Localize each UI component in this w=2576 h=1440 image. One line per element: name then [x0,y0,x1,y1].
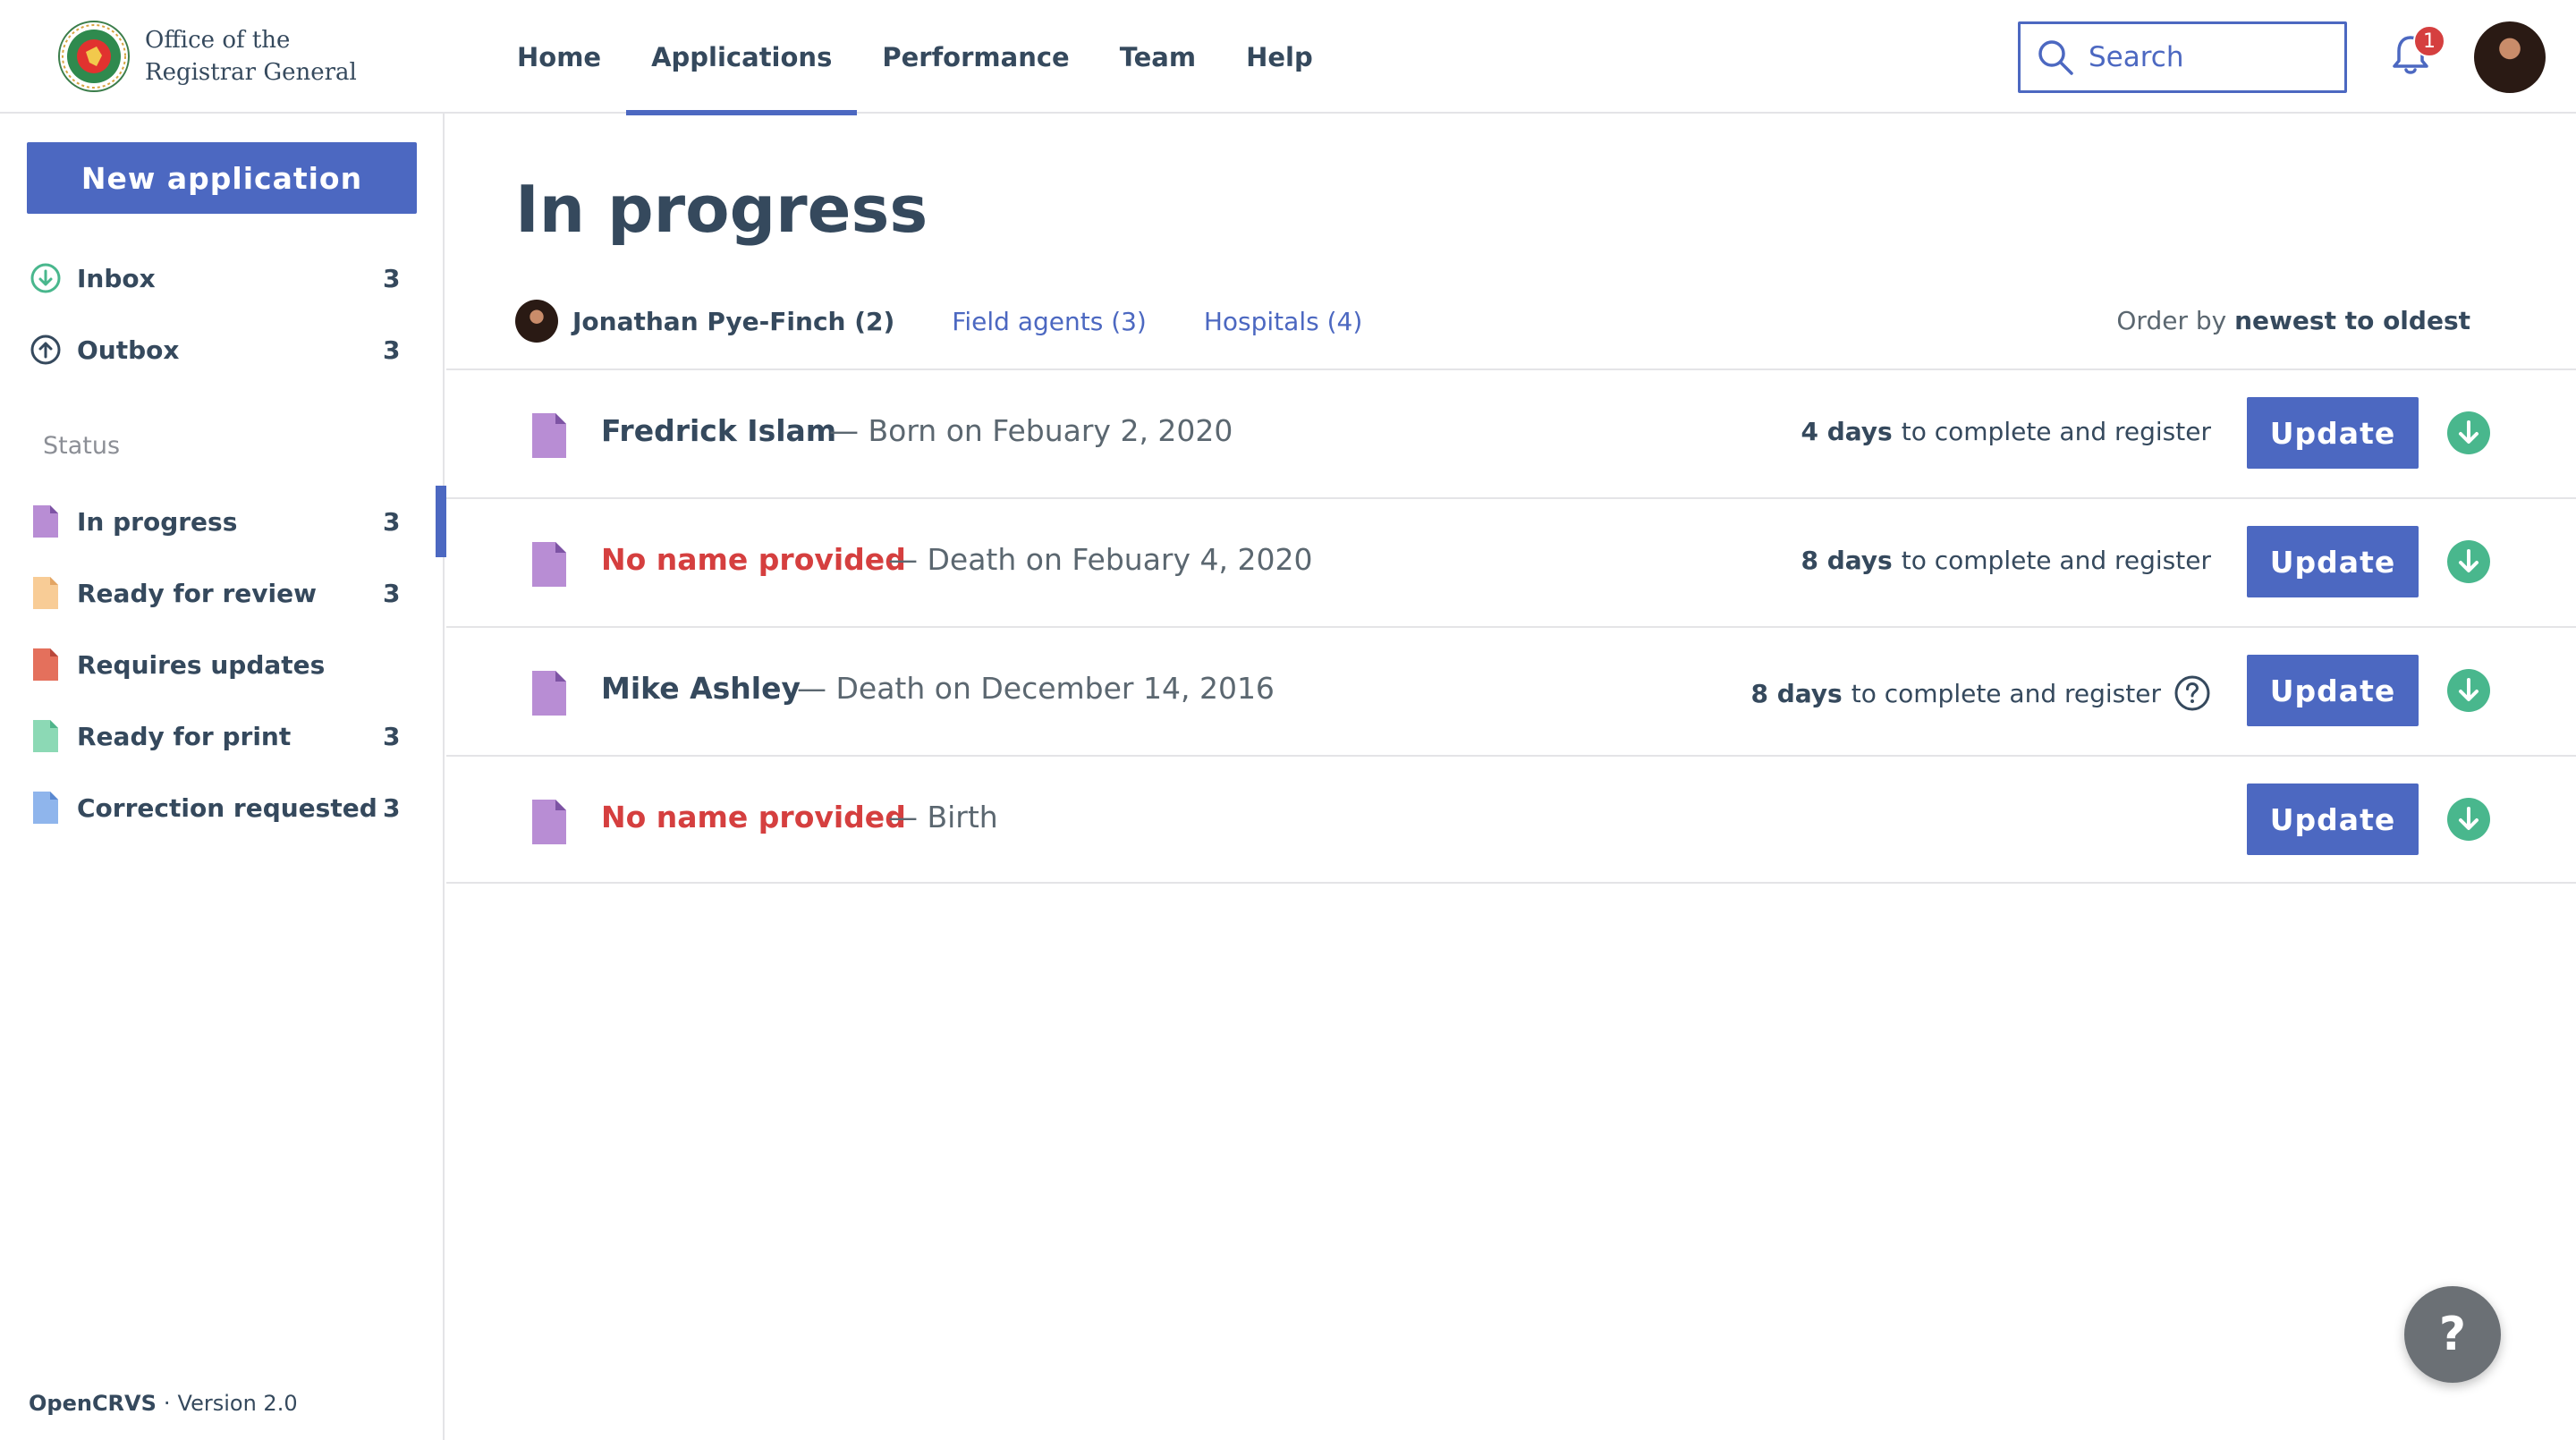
due-status: 8 days to complete and register [1751,674,2212,712]
filter-my-applications[interactable]: Jonathan Pye-Finch (2) [515,300,894,343]
document-icon [532,413,566,458]
due-text: to complete and register [1901,417,2211,446]
org-name-line2: Registrar General [145,59,357,86]
sidebar-item-label: Outbox [77,335,180,365]
search-icon [2038,40,2073,75]
sidebar-item-in-progress[interactable]: In progress 3 [0,486,446,557]
filter-hospitals[interactable]: Hospitals (4) [1204,307,1362,336]
sidebar-item-label: Inbox [77,263,156,293]
applicant-name[interactable]: Mike Ashley [601,671,801,706]
download-icon[interactable] [2447,669,2490,712]
filter-field-agents[interactable]: Field agents (3) [952,307,1147,336]
order-by-value: newest to oldest [2234,306,2470,335]
table-row[interactable]: Mike Ashley — Death on December 14, 2016… [446,626,2576,755]
org-logo-block[interactable]: Office of the Registrar General [57,20,357,93]
org-name: Office of the Registrar General [145,24,357,89]
document-icon [29,719,63,753]
download-icon[interactable] [2447,540,2490,583]
due-status: 4 days to complete and register [1801,417,2212,446]
due-text: to complete and register [1901,546,2211,575]
sidebar-item-label: In progress [77,506,238,537]
sidebar-item-ready-for-review[interactable]: Ready for review 3 [0,564,445,622]
document-icon [29,648,63,682]
sidebar-item-count: 3 [383,263,401,293]
sidebar-item-count: 3 [383,335,401,365]
sidebar-item-label: Ready for print [77,721,292,751]
update-button[interactable]: Update [2247,397,2419,469]
help-circle-icon[interactable] [2174,674,2211,712]
applications-list: Fredrick Islam — Born on Febuary 2, 2020… [446,368,2576,884]
nav-home[interactable]: Home [492,0,626,114]
footer-brand: OpenCRVS [29,1391,157,1416]
update-button[interactable]: Update [2247,655,2419,726]
download-icon[interactable] [2447,798,2490,841]
help-fab-button[interactable]: ? [2404,1286,2501,1383]
sidebar-item-label: Requires updates [77,649,326,680]
sidebar-item-inbox[interactable]: Inbox 3 [0,250,445,307]
main-nav: Home Applications Performance Team Help [492,0,1338,115]
event-description: — Death on December 14, 2016 [797,671,1275,706]
footer-separator: · [163,1391,171,1416]
notification-badge: 1 [2413,25,2445,57]
event-description: — Born on Febuary 2, 2020 [829,413,1233,448]
notifications-button[interactable]: 1 [2388,25,2445,82]
event-description: — Birth [888,800,998,834]
sidebar-item-label: Ready for review [77,578,317,608]
due-status: 8 days to complete and register [1801,546,2212,575]
arrow-down-circle-icon [29,261,63,295]
page-title: In progress [515,172,928,247]
app-header: Office of the Registrar General Home App… [0,0,2576,115]
filter-label: Jonathan Pye-Finch (2) [572,306,895,336]
due-text: to complete and register [1851,678,2161,708]
update-button[interactable]: Update [2247,526,2419,597]
sidebar-item-requires-updates[interactable]: Requires updates [0,636,445,693]
document-icon [29,576,63,610]
filter-avatar [515,300,558,343]
nav-help[interactable]: Help [1221,0,1338,114]
sidebar-item-count: 3 [383,721,401,751]
sidebar-item-count: 3 [383,792,401,823]
document-icon [29,504,63,538]
nav-team[interactable]: Team [1095,0,1221,114]
user-avatar[interactable] [2474,21,2546,93]
table-row[interactable]: Fredrick Islam — Born on Febuary 2, 2020… [446,368,2576,497]
applicant-name[interactable]: No name provided [601,542,906,577]
new-application-button[interactable]: New application [27,142,417,214]
assignee-filters: Jonathan Pye-Finch (2) Field agents (3) … [515,299,1362,343]
document-icon [532,671,566,716]
status-heading: Status [43,432,121,460]
document-icon [29,791,63,825]
table-row[interactable]: No name provided — Birth Update [446,755,2576,884]
nav-performance[interactable]: Performance [857,0,1094,114]
due-days: 4 days [1801,417,1893,446]
applicant-name[interactable]: No name provided [601,800,906,834]
sidebar-item-count: 3 [383,578,401,608]
event-description: — Death on Febuary 4, 2020 [888,542,1313,577]
update-button[interactable]: Update [2247,784,2419,855]
applicant-name[interactable]: Fredrick Islam [601,413,836,448]
download-icon[interactable] [2447,411,2490,454]
sidebar-item-count: 3 [383,506,401,537]
order-by-control[interactable]: Order by newest to oldest [2116,306,2470,335]
nav-applications[interactable]: Applications [626,0,858,115]
sidebar-item-ready-for-print[interactable]: Ready for print 3 [0,707,445,765]
arrow-up-circle-icon [29,333,63,367]
registrar-seal-icon [58,21,130,92]
document-icon [532,800,566,844]
search-box[interactable] [2018,21,2347,93]
table-row[interactable]: No name provided — Death on Febuary 4, 2… [446,497,2576,626]
app-footer: OpenCRVS · Version 2.0 [29,1391,298,1416]
sidebar-item-label: Correction requested [77,792,377,823]
footer-version: Version 2.0 [177,1391,298,1416]
search-input[interactable] [2089,41,2321,73]
due-days: 8 days [1750,678,1843,708]
sidebar: New application Inbox 3 Outbox 3 Status … [0,114,446,1440]
sidebar-item-outbox[interactable]: Outbox 3 [0,321,445,378]
due-days: 8 days [1801,546,1893,575]
order-by-prefix: Order by [2116,306,2227,335]
org-name-line1: Office of the [145,27,291,54]
document-icon [532,542,566,587]
sidebar-item-correction-requested[interactable]: Correction requested 3 [0,779,445,836]
